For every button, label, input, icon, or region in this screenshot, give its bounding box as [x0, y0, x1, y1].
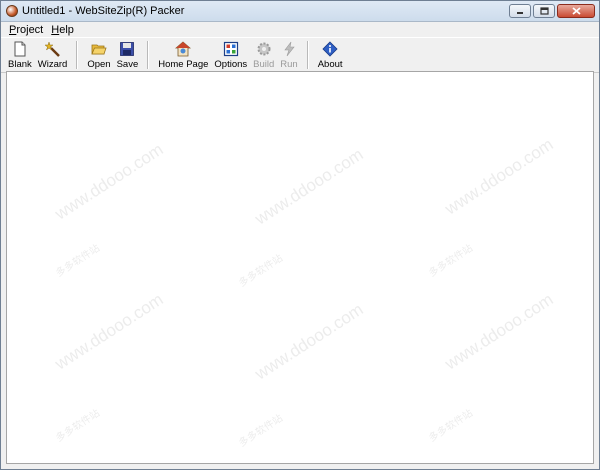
toolbar-separator: [306, 41, 309, 69]
home-page-label: Home Page: [158, 59, 209, 70]
watermark-text: www.ddooo.com: [51, 139, 167, 224]
blank-button[interactable]: Blank: [5, 40, 35, 70]
workspace-area[interactable]: www.ddooo.com www.ddooo.com www.ddooo.co…: [6, 71, 594, 464]
build-button[interactable]: Build: [250, 40, 277, 70]
watermark-text: 多多软件站: [54, 407, 103, 445]
open-button[interactable]: Open: [84, 40, 113, 70]
menu-help-accel: H: [51, 23, 60, 36]
window-title: Untitled1 - WebSiteZip(R) Packer: [22, 5, 185, 17]
window-controls: [509, 4, 595, 18]
toolbar-separator: [147, 41, 150, 69]
close-button[interactable]: [557, 4, 595, 18]
wizard-label: Wizard: [37, 59, 68, 70]
maximize-icon: [539, 7, 549, 15]
open-label: Open: [87, 59, 111, 70]
options-icon: [223, 41, 239, 57]
run-label: Run: [280, 59, 298, 70]
title-bar[interactable]: Untitled1 - WebSiteZip(R) Packer: [1, 1, 599, 22]
watermark-text: 多多软件站: [237, 412, 286, 450]
menu-help-label: elp: [59, 23, 74, 36]
maximize-button[interactable]: [533, 4, 555, 18]
close-icon: [571, 7, 581, 15]
watermark-text: 多多软件站: [427, 407, 476, 445]
save-label: Save: [116, 59, 139, 70]
toolbar-separator: [76, 41, 79, 69]
options-button[interactable]: Options: [211, 40, 250, 70]
build-label: Build: [253, 59, 275, 70]
wizard-button[interactable]: Wizard: [35, 40, 71, 70]
menu-help[interactable]: Help: [47, 24, 78, 36]
info-icon: [322, 41, 338, 57]
blank-label: Blank: [8, 59, 32, 70]
save-button[interactable]: Save: [114, 40, 142, 70]
folder-open-icon: [91, 41, 107, 57]
watermark-text: 多多软件站: [427, 242, 476, 280]
menu-bar: Project Help: [1, 22, 599, 37]
watermark-text: 多多软件站: [237, 252, 286, 290]
lightning-icon: [281, 41, 297, 57]
menu-project-label: roject: [16, 23, 44, 36]
watermark-text: 多多软件站: [54, 242, 103, 280]
watermark-text: www.ddooo.com: [441, 134, 557, 219]
menu-project[interactable]: Project: [5, 24, 47, 36]
gear-icon: [256, 41, 272, 57]
watermark-text: www.ddooo.com: [441, 289, 557, 374]
watermark-text: www.ddooo.com: [251, 299, 367, 384]
run-button[interactable]: Run: [277, 40, 300, 70]
watermark-text: www.ddooo.com: [51, 289, 167, 374]
app-icon[interactable]: [6, 5, 18, 17]
home-page-button[interactable]: Home Page: [155, 40, 211, 70]
floppy-disk-icon: [119, 41, 135, 57]
toolbar: Blank Wizard Open Save Home Page Options…: [1, 37, 599, 73]
minimize-button[interactable]: [509, 4, 531, 18]
about-button[interactable]: About: [315, 40, 346, 70]
app-window: Untitled1 - WebSiteZip(R) Packer Project…: [0, 0, 600, 470]
minimize-icon: [517, 12, 523, 14]
blank-page-icon: [12, 41, 28, 57]
options-label: Options: [214, 59, 248, 70]
about-label: About: [317, 59, 343, 70]
magic-wand-icon: [44, 41, 61, 57]
home-icon: [175, 41, 192, 57]
watermark-text: www.ddooo.com: [251, 144, 367, 229]
